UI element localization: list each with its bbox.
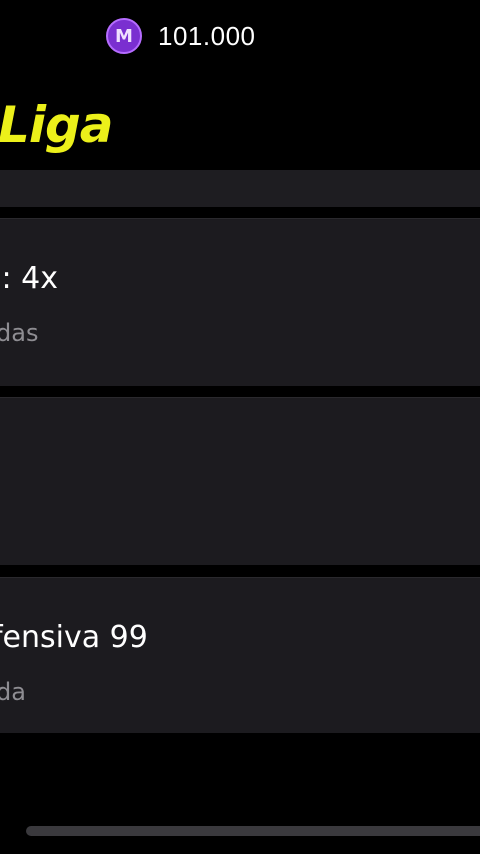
list-item-title: .: 4x (0, 261, 59, 296)
coin-balance: 101.000 (158, 20, 256, 51)
page: M 101.000 Liga .: 4x das fensiva 99 da (0, 0, 480, 854)
list-item-subtitle: das (0, 319, 39, 347)
list-item[interactable] (0, 397, 480, 565)
page-title: Liga (0, 96, 114, 154)
coin-icon: M (106, 18, 142, 54)
horizontal-scrollbar[interactable] (26, 826, 480, 836)
coin-balance-bar[interactable]: M 101.000 (106, 16, 255, 56)
coin-icon-letter: M (115, 25, 133, 47)
list-item[interactable]: fensiva 99 da (0, 577, 480, 733)
list-item[interactable]: .: 4x das (0, 218, 480, 386)
tab-strip[interactable] (0, 170, 480, 207)
list-item-title: fensiva 99 (0, 620, 148, 655)
list-item-subtitle: da (0, 678, 26, 706)
